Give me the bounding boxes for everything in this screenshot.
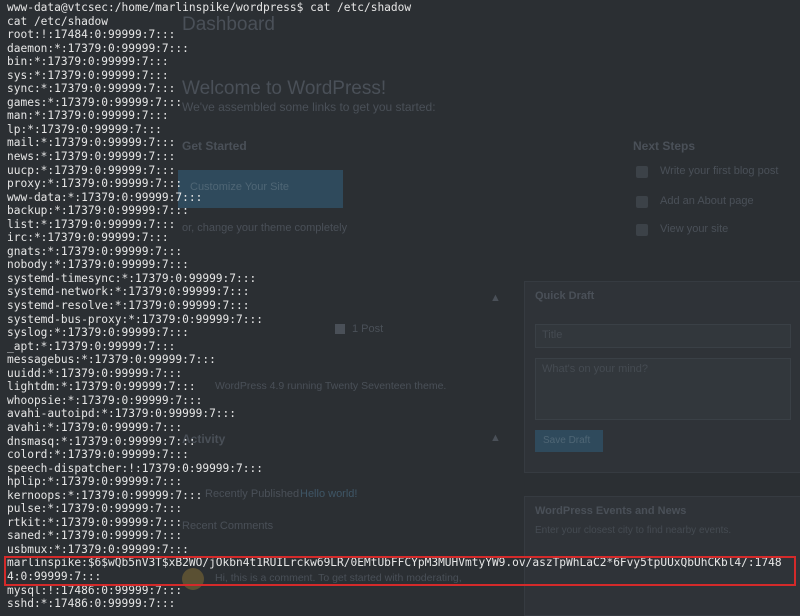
shadow-line: sshd:*:17486:0:99999:7::: [7,597,176,611]
shadow-line: messagebus:*:17379:0:99999:7::: [7,353,216,367]
shadow-line: hplip:*:17379:0:99999:7::: [7,475,183,489]
shadow-line: saned:*:17379:0:99999:7::: [7,529,183,543]
shadow-line: usbmux:*:17379:0:99999:7::: [7,542,189,556]
shadow-file-lines: root:!:17484:0:99999:7::: daemon:*:17379:… [7,28,800,556]
shadow-line: kernoops:*:17379:0:99999:7::: [7,488,203,502]
shadow-line: systemd-bus-proxy:*:17379:0:99999:7::: [7,312,263,326]
shadow-line: daemon:*:17379:0:99999:7::: [7,41,189,55]
shadow-line: mail:*:17379:0:99999:7::: [7,136,176,150]
shadow-line: speech-dispatcher:!:17379:0:99999:7::: [7,461,263,475]
shadow-line: uuidd:*:17379:0:99999:7::: [7,366,183,380]
shadow-file-lines-after: mysql:!:17486:0:99999:7::: sshd:*:17486:0… [7,584,800,611]
shadow-line: avahi-autoipd:*:17379:0:99999:7::: [7,407,237,421]
shadow-line: uucp:*:17379:0:99999:7::: [7,163,176,177]
shadow-line: sys:*:17379:0:99999:7::: [7,68,169,82]
shadow-line: root:!:17484:0:99999:7::: [7,28,176,42]
shadow-line: lightdm:*:17379:0:99999:7::: [7,380,196,394]
shadow-line: sync:*:17379:0:99999:7::: [7,82,176,96]
shadow-line: games:*:17379:0:99999:7::: [7,95,183,109]
shadow-line: dnsmasq:*:17379:0:99999:7::: [7,434,196,448]
shadow-line: colord:*:17379:0:99999:7::: [7,448,189,462]
shell-prompt: www-data@vtcsec:/home/marlinspike/wordpr… [7,1,412,14]
shadow-line: systemd-resolve:*:17379:0:99999:7::: [7,299,250,313]
shadow-line: list:*:17379:0:99999:7::: [7,217,176,231]
shadow-line: proxy:*:17379:0:99999:7::: [7,177,183,191]
shadow-line: systemd-network:*:17379:0:99999:7::: [7,285,250,299]
shadow-line: avahi:*:17379:0:99999:7::: [7,420,183,434]
shadow-line: gnats:*:17379:0:99999:7::: [7,244,183,258]
shadow-line: rtkit:*:17379:0:99999:7::: [7,515,183,529]
shadow-line: _apt:*:17379:0:99999:7::: [7,339,176,353]
shadow-line: news:*:17379:0:99999:7::: [7,150,176,164]
command-echo: cat /etc/shadow [7,14,109,28]
shadow-line: lp:*:17379:0:99999:7::: [7,122,162,136]
shadow-line: syslog:*:17379:0:99999:7::: [7,326,189,340]
shadow-line: irc:*:17379:0:99999:7::: [7,231,169,245]
shadow-line: man:*:17379:0:99999:7::: [7,109,169,123]
shadow-line: pulse:*:17379:0:99999:7::: [7,502,183,516]
highlight-box [4,556,796,586]
shadow-line: backup:*:17379:0:99999:7::: [7,204,189,218]
shadow-line: whoopsie:*:17379:0:99999:7::: [7,393,203,407]
shadow-line: www-data:*:17379:0:99999:7::: [7,190,203,204]
shadow-line: systemd-timesync:*:17379:0:99999:7::: [7,271,257,285]
terminal-output[interactable]: www-data@vtcsec:/home/marlinspike/wordpr… [0,0,800,611]
shadow-line: bin:*:17379:0:99999:7::: [7,55,169,69]
shadow-line: nobody:*:17379:0:99999:7::: [7,258,189,272]
